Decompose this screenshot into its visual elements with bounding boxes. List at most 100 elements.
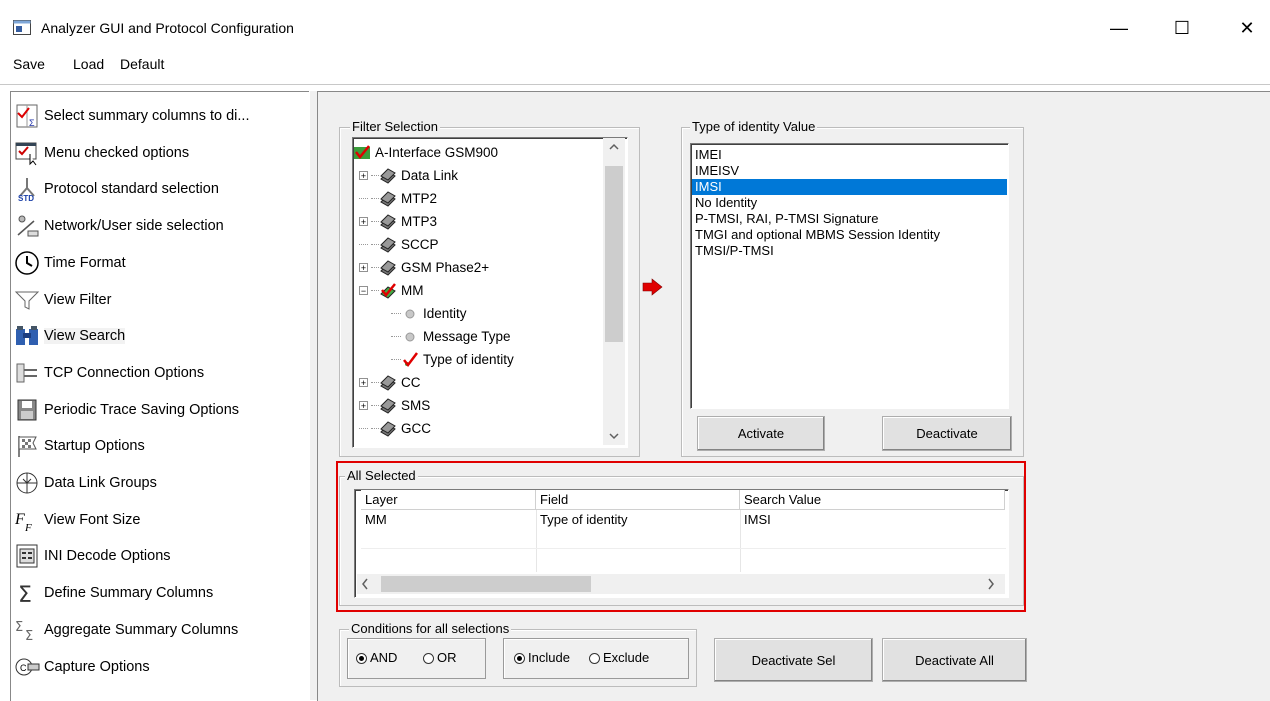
exclude-option[interactable]: Exclude: [589, 650, 649, 665]
tree-node-label: Data Link: [401, 168, 459, 183]
or-radio[interactable]: [423, 653, 434, 665]
menu-default[interactable]: Default: [120, 56, 164, 72]
menu-separator: [0, 84, 1270, 85]
tree-node[interactable]: GCC: [353, 417, 601, 440]
expand-icon[interactable]: +: [359, 378, 368, 388]
sidebar-item[interactable]: Periodic Trace Saving Options: [14, 395, 239, 425]
and-radio[interactable]: [356, 653, 367, 665]
tree-node[interactable]: Type of identity: [353, 348, 601, 371]
filter-tree[interactable]: A-Interface GSM900 + Data Link MTP2 + MTP3 SCC…: [352, 137, 628, 448]
collapse-icon[interactable]: −: [359, 286, 368, 296]
close-icon: ✕: [1239, 17, 1255, 38]
tree-scrollbar[interactable]: [603, 138, 625, 445]
identity-value-item[interactable]: IMEISV: [692, 163, 1007, 179]
expand-icon[interactable]: +: [359, 401, 368, 411]
tree-connector: [371, 290, 379, 291]
tree-connector: [371, 267, 379, 268]
tree-node-label: GCC: [401, 421, 431, 436]
identity-value-item[interactable]: TMGI and optional MBMS Session Identity: [692, 227, 1007, 243]
tree-connector: [371, 221, 379, 222]
sidebar-item-label: Menu checked options: [44, 144, 190, 161]
exclude-radio[interactable]: [589, 653, 600, 665]
svg-text:Σ: Σ: [15, 620, 23, 635]
capture-icon: C: [14, 654, 40, 680]
sidebar-item-label: Network/User side selection: [44, 218, 224, 235]
tree-node[interactable]: − MM: [353, 279, 601, 302]
sidebar-item[interactable]: C Capture Options: [14, 652, 150, 682]
sidebar-item[interactable]: Σ Σ Aggregate Summary Columns: [14, 615, 238, 645]
identity-value-item[interactable]: TMSI/P-TMSI: [692, 243, 1007, 259]
include-option[interactable]: Include: [514, 650, 570, 665]
highlight-annotation-box: [336, 461, 1026, 612]
and-option[interactable]: AND: [356, 650, 397, 665]
flag-icon: [14, 433, 40, 459]
sidebar-item[interactable]: Data Link Groups: [14, 468, 157, 498]
identity-value-item[interactable]: No Identity: [692, 195, 1007, 211]
tree-node[interactable]: A-Interface GSM900: [353, 141, 601, 164]
tree-node[interactable]: SCCP: [353, 233, 601, 256]
expand-icon[interactable]: +: [359, 263, 368, 273]
window-title: Analyzer GUI and Protocol Configuration: [41, 20, 294, 36]
grey-dot-icon: [401, 305, 419, 323]
sidebar-item[interactable]: View Search: [14, 321, 126, 351]
identity-value-item[interactable]: P-TMSI, RAI, P-TMSI Signature: [692, 211, 1007, 227]
menu-save[interactable]: Save: [13, 56, 45, 72]
sidebar-item[interactable]: Network/User side selection: [14, 211, 224, 241]
identity-value-list[interactable]: IMEI IMEISV IMSI No Identity P-TMSI, RAI, P-…: [690, 143, 1009, 409]
sidebar-item[interactable]: Startup Options: [14, 431, 145, 461]
sidebar-item[interactable]: TCP Connection Options: [14, 358, 204, 388]
sidebar-item[interactable]: Menu checked options: [14, 138, 189, 168]
deactivate-all-button[interactable]: Deactivate All: [882, 638, 1027, 682]
deactivate-sel-button[interactable]: Deactivate Sel: [714, 638, 873, 682]
sidebar-item[interactable]: STD Protocol standard selection: [14, 174, 219, 204]
include-radio[interactable]: [514, 653, 525, 665]
minimize-button[interactable]: —: [1101, 10, 1137, 46]
activate-button[interactable]: Activate: [697, 416, 825, 451]
sidebar-item[interactable]: F F View Font Size: [14, 505, 140, 535]
expand-icon[interactable]: +: [359, 217, 368, 227]
or-option[interactable]: OR: [423, 650, 457, 665]
tree-connector: [371, 382, 379, 383]
maximize-button[interactable]: ☐: [1164, 10, 1200, 46]
tree-connector: [371, 175, 379, 176]
identity-value-item[interactable]: IMEI: [692, 147, 1007, 163]
network-user-icon: [14, 213, 40, 239]
filter-selection-label: Filter Selection: [350, 119, 440, 134]
expand-icon[interactable]: +: [359, 171, 368, 181]
sidebar-item[interactable]: INI Decode Options: [14, 541, 171, 571]
tree-node[interactable]: + Data Link: [353, 164, 601, 187]
tree-scroll-thumb[interactable]: [605, 166, 623, 342]
sidebar-item[interactable]: Time Format: [14, 248, 126, 278]
tree-node[interactable]: + MTP3: [353, 210, 601, 233]
tcp-connection-icon: [14, 360, 40, 386]
tree-node[interactable]: + CC: [353, 371, 601, 394]
tree-node-label: Identity: [423, 306, 467, 321]
and-label: AND: [370, 650, 398, 665]
clock-icon: [14, 250, 40, 276]
tree-node[interactable]: Message Type: [353, 325, 601, 348]
sidebar-item-label: Aggregate Summary Columns: [44, 621, 239, 638]
tree-connector: [391, 359, 401, 360]
tree-node-label: SCCP: [401, 237, 439, 252]
tree-connector: [371, 428, 379, 429]
tree-node[interactable]: + SMS: [353, 394, 601, 417]
sidebar-item[interactable]: Σ Select summary columns to di...: [14, 101, 250, 131]
tree-node-label: Message Type: [423, 329, 511, 344]
sidebar-item-label: INI Decode Options: [44, 548, 171, 565]
sidebar-item-label: Protocol standard selection: [44, 181, 219, 198]
close-button[interactable]: ✕: [1229, 10, 1265, 46]
layer-icon: [379, 167, 397, 185]
tree-node[interactable]: + GSM Phase2+: [353, 256, 601, 279]
menu-load[interactable]: Load: [73, 56, 104, 72]
red-check-icon: [401, 351, 419, 369]
tree-connector: [371, 244, 379, 245]
funnel-icon: [14, 287, 40, 313]
identity-value-item[interactable]: IMSI: [692, 179, 1007, 195]
sidebar-item[interactable]: View Filter: [14, 285, 111, 315]
scroll-up-icon[interactable]: [603, 142, 625, 158]
tree-node[interactable]: Identity: [353, 302, 601, 325]
sidebar-item[interactable]: Σ Define Summary Columns: [14, 578, 213, 608]
scroll-down-icon[interactable]: [603, 428, 625, 444]
tree-node[interactable]: MTP2: [353, 187, 601, 210]
deactivate-button[interactable]: Deactivate: [882, 416, 1012, 451]
